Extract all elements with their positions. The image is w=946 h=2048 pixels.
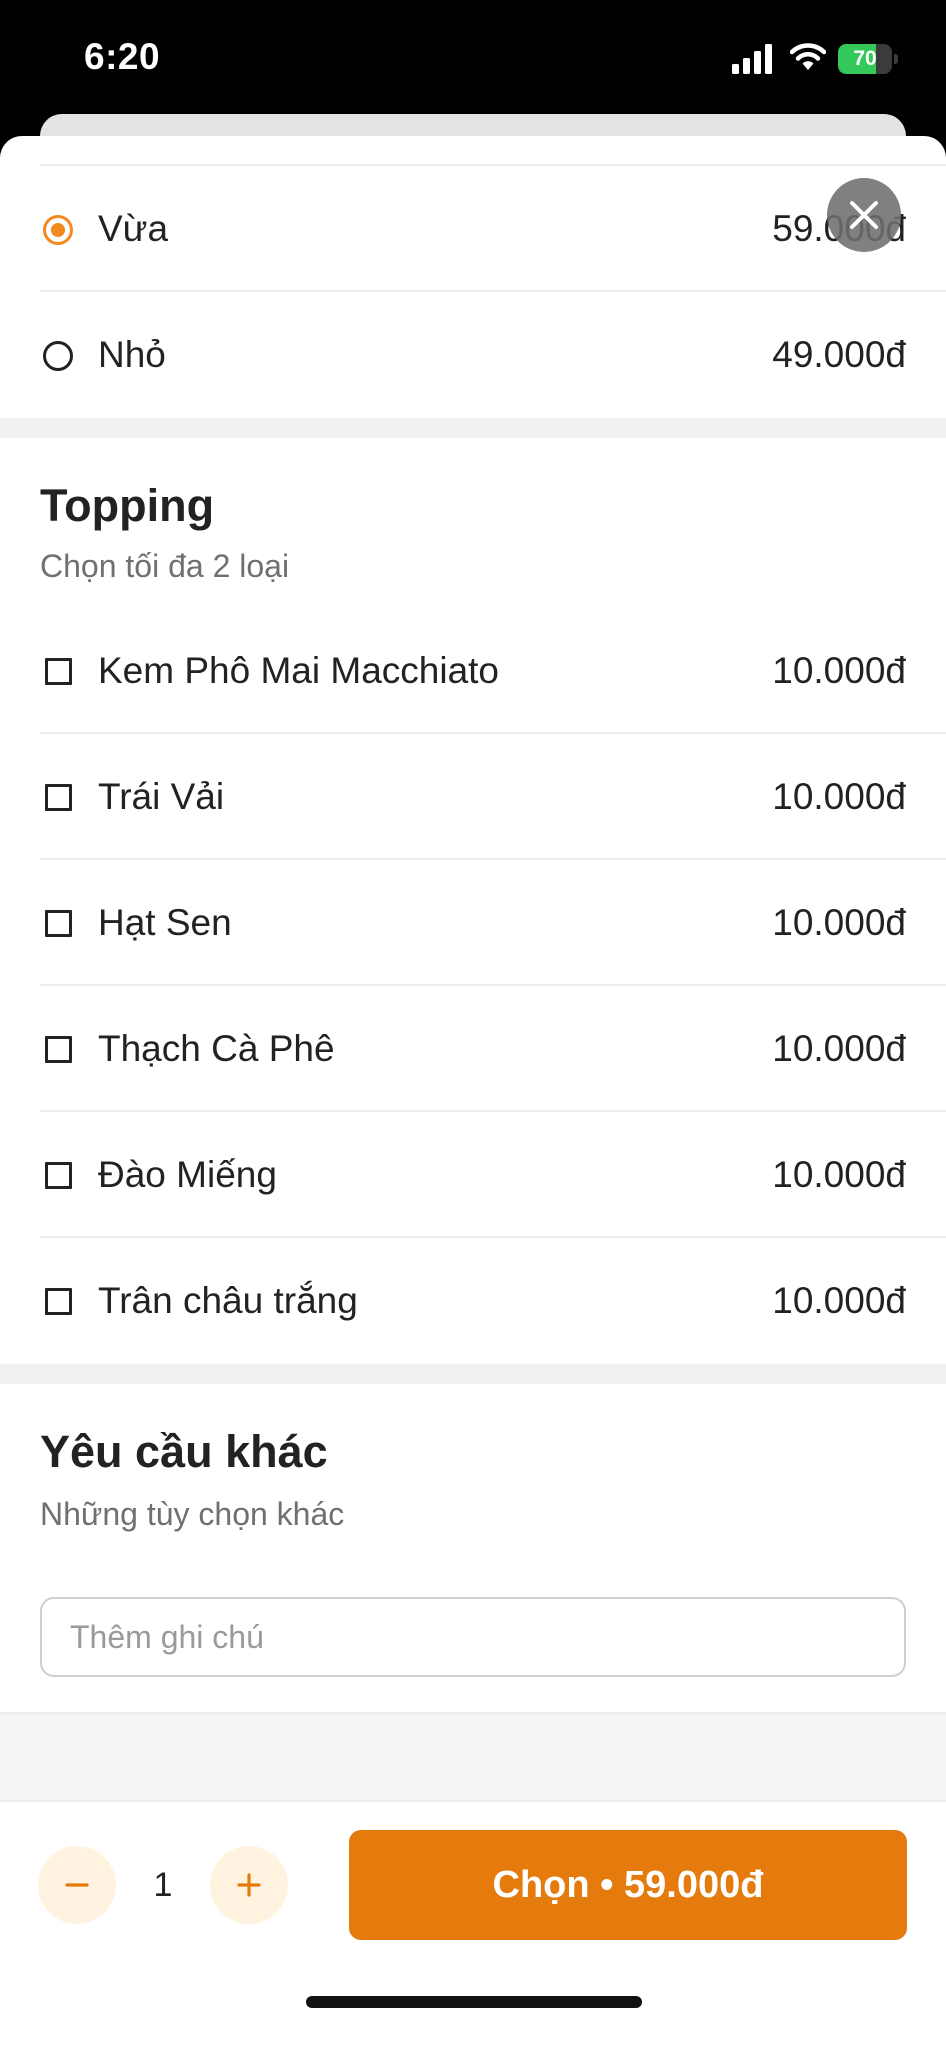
other-requests-subtitle: Những tùy chọn khác	[40, 1496, 345, 1532]
radio-unselected[interactable]	[43, 341, 73, 371]
topping-label: Thạch Cà Phê	[98, 1028, 335, 1069]
spacer-band	[0, 1712, 946, 1800]
topping-item[interactable]: Kem Phô Mai Macchiato 10.000đ	[40, 608, 946, 734]
topping-price: 10.000đ	[772, 1154, 906, 1195]
wifi-icon	[789, 42, 827, 77]
topping-label: Kem Phô Mai Macchiato	[98, 650, 500, 691]
topping-item[interactable]: Trân châu trắng 10.000đ	[40, 1238, 946, 1364]
topping-checkbox[interactable]	[45, 784, 72, 811]
home-indicator	[306, 1996, 642, 2008]
decrease-quantity-button[interactable]	[38, 1846, 116, 1924]
topping-label: Đào Miếng	[98, 1154, 277, 1195]
product-options-sheet: Vừa 59.000đ Nhỏ 49.000đ Topping Chọn tối…	[0, 136, 946, 2048]
topping-title: Topping	[40, 480, 215, 531]
battery-icon: 70	[838, 44, 898, 74]
topping-label: Trái Vải	[98, 776, 225, 817]
topping-item[interactable]: Trái Vải 10.000đ	[40, 734, 946, 860]
close-icon	[850, 201, 878, 229]
radio-selected[interactable]	[43, 215, 73, 245]
topping-checkbox[interactable]	[45, 1036, 72, 1063]
topping-subtitle: Chọn tối đa 2 loại	[40, 548, 290, 584]
topping-price: 10.000đ	[772, 1028, 906, 1069]
size-option-vua[interactable]: Vừa 59.000đ	[40, 166, 946, 292]
choose-button[interactable]: Chọn • 59.000đ	[349, 1830, 907, 1940]
topping-label: Trân châu trắng	[98, 1280, 358, 1321]
bottom-action-bar: 1 Chọn • 59.000đ	[0, 1800, 946, 2048]
topping-price: 10.000đ	[772, 776, 906, 817]
other-requests-title: Yêu cầu khác	[40, 1426, 328, 1477]
minus-icon	[65, 1883, 89, 1887]
topping-checkbox[interactable]	[45, 1162, 72, 1189]
option-label: Vừa	[98, 208, 169, 249]
topping-label: Hạt Sen	[98, 902, 232, 943]
section-separator	[0, 418, 946, 438]
option-label: Nhỏ	[98, 334, 166, 375]
topping-price: 10.000đ	[772, 1280, 906, 1321]
size-option-nho[interactable]: Nhỏ 49.000đ	[40, 292, 946, 418]
option-price: 49.000đ	[772, 334, 906, 375]
status-time: 6:20	[84, 36, 161, 77]
status-bar: 6:20 70	[0, 0, 946, 120]
plus-icon	[237, 1873, 261, 1897]
topping-checkbox[interactable]	[45, 910, 72, 937]
topping-checkbox[interactable]	[45, 1288, 72, 1315]
increase-quantity-button[interactable]	[210, 1846, 288, 1924]
topping-price: 10.000đ	[772, 650, 906, 691]
battery-level-text: 70	[853, 47, 877, 70]
topping-item[interactable]: Thạch Cà Phê 10.000đ	[40, 986, 946, 1112]
quantity-value: 1	[153, 1866, 173, 1904]
topping-checkbox[interactable]	[45, 658, 72, 685]
note-input[interactable]	[40, 1597, 906, 1677]
topping-price: 10.000đ	[772, 902, 906, 943]
signal-icon	[732, 44, 776, 79]
topping-item[interactable]: Hạt Sen 10.000đ	[40, 860, 946, 986]
close-button[interactable]	[827, 178, 901, 252]
topping-item[interactable]: Đào Miếng 10.000đ	[40, 1112, 946, 1238]
section-separator	[0, 1364, 946, 1384]
